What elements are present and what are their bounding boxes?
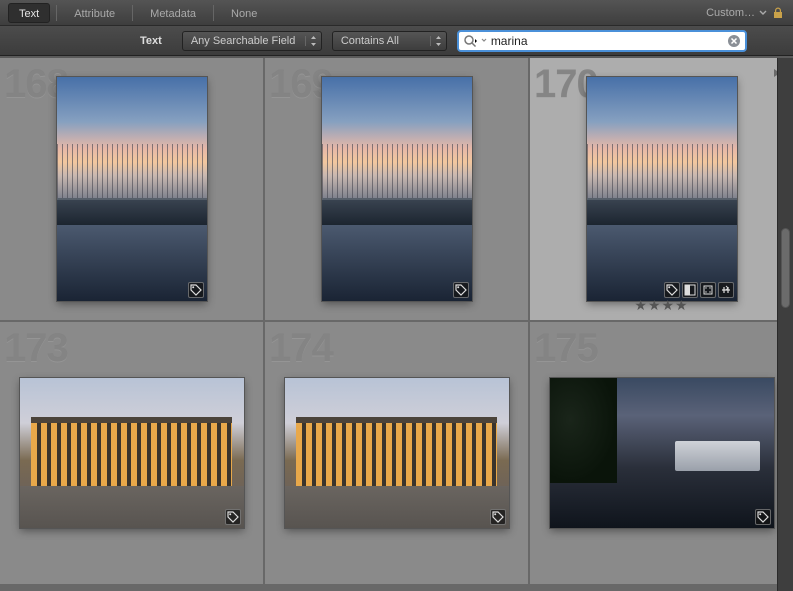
search-rule-dropdown[interactable]: Contains All xyxy=(332,31,447,51)
thumbnail-grid: 168169170★★★★ 173 174 175 xyxy=(0,58,793,591)
thumbnail[interactable] xyxy=(285,378,509,528)
bw-badge-icon[interactable] xyxy=(682,282,698,298)
thumbnail-badges xyxy=(453,282,469,298)
chevron-down-icon xyxy=(759,9,767,17)
thumbnail[interactable] xyxy=(57,77,207,301)
filter-section-label: Text xyxy=(140,35,162,47)
filter-preset-menu[interactable]: Custom… xyxy=(706,7,767,19)
search-field[interactable] xyxy=(457,30,747,52)
thumbnail-cell[interactable]: 173 xyxy=(0,322,263,584)
adjust-badge-icon[interactable] xyxy=(718,282,734,298)
thumbnail-image xyxy=(587,77,737,301)
lock-icon[interactable] xyxy=(771,6,785,20)
tag-badge-icon[interactable] xyxy=(490,509,506,525)
tab-separator xyxy=(56,5,57,21)
thumbnail-cell[interactable]: 168 xyxy=(0,58,263,320)
text-filter-bar: Text Any Searchable Field Contains All xyxy=(0,26,793,56)
scrollbar-rail[interactable] xyxy=(777,58,793,591)
thumbnail-image xyxy=(57,77,207,301)
thumbnail-cell[interactable]: 175 xyxy=(530,322,793,584)
rating-stars[interactable]: ★★★★ xyxy=(634,297,688,314)
thumbnail-cell[interactable]: 169 xyxy=(265,58,528,320)
cell-index-number: 173 xyxy=(4,326,68,371)
clear-search-icon[interactable] xyxy=(727,34,741,48)
filter-tab-label: Attribute xyxy=(74,8,115,20)
search-input[interactable] xyxy=(491,34,723,48)
filter-tab-metadata[interactable]: Metadata xyxy=(139,3,207,23)
thumbnail-image xyxy=(20,378,244,528)
library-filter-tabbar: Text Attribute Metadata None Custom… xyxy=(0,0,793,26)
thumbnail-badges xyxy=(188,282,204,298)
thumbnail-grid-wrap: 168169170★★★★ 173 174 175 xyxy=(0,56,793,591)
search-icon xyxy=(463,34,477,48)
tag-badge-icon[interactable] xyxy=(755,509,771,525)
tab-separator xyxy=(132,5,133,21)
filter-preset-label: Custom… xyxy=(706,7,755,19)
cell-index-number: 175 xyxy=(534,326,598,371)
thumbnail[interactable] xyxy=(20,378,244,528)
thumbnail-image xyxy=(550,378,774,528)
thumbnail-cell[interactable]: 170★★★★ xyxy=(530,58,793,320)
thumbnail[interactable] xyxy=(322,77,472,301)
filter-tab-none[interactable]: None xyxy=(220,3,268,23)
thumbnail-badges xyxy=(755,509,771,525)
filter-tab-label: None xyxy=(231,8,257,20)
tag-badge-icon[interactable] xyxy=(188,282,204,298)
filter-tab-label: Text xyxy=(19,8,39,20)
cell-index-number: 174 xyxy=(269,326,333,371)
updown-arrows-icon xyxy=(305,36,317,46)
dropdown-value: Any Searchable Field xyxy=(191,35,299,47)
tag-badge-icon[interactable] xyxy=(664,282,680,298)
thumbnail-image xyxy=(285,378,509,528)
updown-arrows-icon xyxy=(430,36,442,46)
thumbnail-image xyxy=(322,77,472,301)
filter-tab-label: Metadata xyxy=(150,8,196,20)
dropdown-value: Contains All xyxy=(341,35,424,47)
scrollbar-thumb[interactable] xyxy=(781,228,790,308)
search-field-dropdown[interactable]: Any Searchable Field xyxy=(182,31,322,51)
chevron-down-icon xyxy=(481,36,487,46)
filter-tab-text[interactable]: Text xyxy=(8,3,50,23)
crop-badge-icon[interactable] xyxy=(700,282,716,298)
filter-tab-attribute[interactable]: Attribute xyxy=(63,3,126,23)
thumbnail[interactable] xyxy=(550,378,774,528)
tab-separator xyxy=(213,5,214,21)
thumbnail-badges xyxy=(490,509,506,525)
tag-badge-icon[interactable] xyxy=(453,282,469,298)
thumbnail-badges xyxy=(225,509,241,525)
tag-badge-icon[interactable] xyxy=(225,509,241,525)
thumbnail[interactable] xyxy=(587,77,737,301)
thumbnail-badges xyxy=(664,282,734,298)
thumbnail-cell[interactable]: 174 xyxy=(265,322,528,584)
